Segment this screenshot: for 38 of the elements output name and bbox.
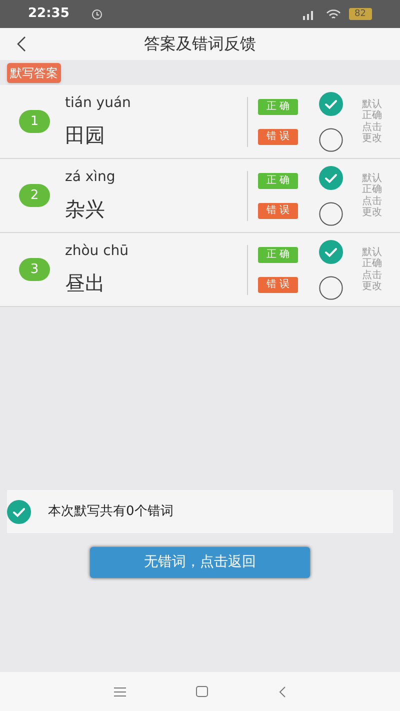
correct-tag: 正 确 <box>258 172 298 188</box>
alarm-icon <box>91 8 104 20</box>
wrong-radio[interactable] <box>319 276 343 300</box>
number-badge: 3 <box>19 258 50 281</box>
home-icon[interactable] <box>196 686 208 697</box>
back-icon[interactable] <box>278 686 286 698</box>
menu-icon[interactable] <box>114 686 126 696</box>
correct-tag: 正 确 <box>258 246 298 262</box>
wrong-radio[interactable] <box>319 202 343 226</box>
summary-check[interactable] <box>7 500 31 524</box>
word-text: 杂兴 <box>65 196 106 223</box>
number-badge: 2 <box>19 184 50 207</box>
battery-indicator: 82 <box>348 8 372 20</box>
section-tag: 默写答案 <box>7 62 61 82</box>
wrong-tag: 错 误 <box>258 128 298 144</box>
pinyin-text: zhòu chū <box>65 242 130 261</box>
pinyin-text: tián yuán <box>65 94 132 113</box>
correct-tag: 正 确 <box>258 98 298 114</box>
wrong-radio[interactable] <box>319 128 343 152</box>
correct-radio[interactable] <box>319 92 343 116</box>
signal-icon <box>302 8 316 20</box>
summary-text: 本次默写共有0个错词 <box>48 502 174 521</box>
back-icon[interactable] <box>15 36 27 52</box>
hint-text: 默认正确点击更改 <box>362 246 382 292</box>
hint-text: 默认正确点击更改 <box>362 172 382 218</box>
status-time: 22:35 <box>28 5 70 24</box>
word-text: 昼出 <box>65 270 106 297</box>
correct-radio[interactable] <box>319 240 343 264</box>
wrong-tag: 错 误 <box>258 202 298 218</box>
wrong-tag: 错 误 <box>258 276 298 292</box>
number-badge: 1 <box>19 110 50 133</box>
pinyin-text: zá xìng <box>65 168 116 187</box>
return-button[interactable]: 无错词，点击返回 <box>90 547 310 578</box>
correct-radio[interactable] <box>319 166 343 190</box>
wifi-icon <box>326 8 341 20</box>
hint-text: 默认正确点击更改 <box>362 98 382 144</box>
word-text: 田园 <box>65 122 106 149</box>
page-title: 答案及错词反馈 <box>144 33 256 55</box>
